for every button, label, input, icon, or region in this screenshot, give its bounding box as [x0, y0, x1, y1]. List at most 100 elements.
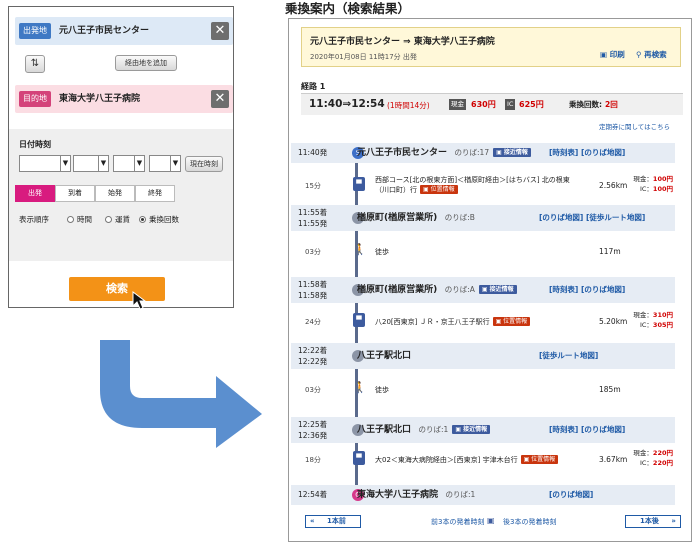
stop-links[interactable]: [時刻表] [のりば地図]: [549, 148, 625, 158]
bus-leg: 15分 ▀ 西部コース[北の根東方面]＜楢原町経由＞[はちバス] 北の根東（川口町）…: [291, 171, 675, 199]
search-icon: ⚲: [636, 50, 645, 59]
stop-name[interactable]: 東海大学八王子病院 のりば:1: [357, 489, 475, 501]
sort-option-fare[interactable]: 運賃: [105, 215, 130, 225]
research-button[interactable]: ⚲ 再検索: [636, 49, 667, 60]
sort-label: 表示順序: [19, 215, 49, 224]
stop-name[interactable]: 八王子駅北口 のりば:1 ▣ 接近情報: [357, 424, 491, 436]
prev-departure-label: 1本前: [326, 517, 346, 525]
stop-name[interactable]: 楢原町(楢原営業所) のりば:A ▣ 接近情報: [357, 284, 517, 296]
transfers-label: 乗換回数:: [569, 100, 602, 109]
leg-distance: 185m: [599, 385, 621, 394]
next3-link[interactable]: 後3本の発着時刻: [503, 517, 556, 527]
stop-time: 11:58発: [298, 291, 328, 300]
next-departure-button[interactable]: 1本後 »: [625, 515, 681, 528]
stop-links[interactable]: [時刻表] [のりば地図]: [549, 425, 625, 435]
current-time-button[interactable]: 現在時刻: [185, 156, 223, 172]
print-label: 印刷: [609, 50, 625, 59]
leg-line-name: 徒歩: [375, 385, 575, 395]
platform-label: のりば:1: [438, 490, 476, 499]
stop-links[interactable]: [のりば地図]: [549, 490, 593, 500]
sort-option-transfers-label: 乗換回数: [149, 215, 179, 224]
stop-links[interactable]: [のりば地図] [徒歩ルート地図]: [539, 213, 645, 223]
print-button[interactable]: ▣ 印刷: [600, 49, 625, 60]
bus-leg: 18分 ▀ 大02＜東海大病院経由＞[西東京] 宇津木台行 ▣ 位置情報 3.67km 現…: [291, 445, 675, 473]
fare-ic-value: 220円: [652, 459, 673, 467]
cash-badge: 現金: [449, 99, 466, 110]
radio-icon: [105, 216, 112, 223]
hour-select[interactable]: ▼: [149, 155, 181, 172]
printer-icon: ▣: [600, 50, 610, 59]
leg-distance: 2.56km: [599, 181, 628, 190]
prev3-link[interactable]: 前3本の発着時刻: [431, 517, 484, 527]
walk-leg: 03分 🚶 徒歩 117m: [291, 237, 675, 265]
origin-name[interactable]: 元八王子市民センター: [59, 23, 149, 39]
stop-name[interactable]: 八王子駅北口: [357, 350, 411, 362]
route-number: 経路 1: [301, 82, 326, 91]
leg-line-text: 徒歩: [375, 386, 389, 394]
search-button[interactable]: 検索: [69, 277, 165, 301]
leg-distance: 3.67km: [599, 455, 628, 464]
approach-info-badge[interactable]: ▣ 接近情報: [478, 285, 517, 294]
stop-row: 12:54着 G 東海大学八王子病院 のりば:1 [のりば地図]: [291, 485, 675, 505]
mouse-cursor-icon: [132, 291, 147, 310]
fare-cash-value: 220円: [652, 449, 673, 457]
fare-ic: 625円: [519, 100, 544, 109]
sort-option-time[interactable]: 時間: [67, 215, 92, 225]
platform-label: のりば:17: [447, 148, 490, 157]
leg-distance: 117m: [599, 247, 621, 256]
mode-last-train-tab[interactable]: 終発: [135, 185, 175, 202]
day-select[interactable]: ▼: [113, 155, 145, 172]
destination-row: 目的地 東海大学八王子病院 ✕: [15, 85, 233, 113]
leg-fare: 現金：100円 IC：100円: [631, 174, 673, 194]
stop-name-text: 楢原町(楢原営業所): [357, 285, 438, 295]
clear-destination-close-icon[interactable]: ✕: [211, 90, 229, 108]
route-summary-bar: 11:40⇒12:54 (1時間14分) 現金 630円 IC 625円 乗換回…: [301, 93, 683, 115]
stop-time: 11:55発: [298, 219, 328, 228]
duration: (1時間14分): [387, 101, 430, 110]
mode-arrival-tab[interactable]: 到着: [55, 185, 95, 202]
route-header: 元八王子市民センター ⇒ 東海大学八王子病院 2020年01月08日 11時17…: [301, 27, 681, 67]
clear-origin-close-icon[interactable]: ✕: [211, 22, 229, 40]
prev-departure-button[interactable]: « 1本前: [305, 515, 361, 528]
cash-label: 現金：: [633, 175, 653, 183]
location-info-badge[interactable]: ▣ 位置情報: [492, 317, 531, 326]
commuter-pass-link[interactable]: 定期券に関してはこちら: [599, 121, 670, 131]
stop-row: 12:25着 12:36発 八王子駅北口 のりば:1 ▣ 接近情報 [時刻表] [のりば…: [291, 417, 675, 443]
stop-row: 11:40発 S 元八王子市民センター のりば:17 ▣ 接近情報 [時刻表] [のりば…: [291, 143, 675, 163]
leg-duration: 24分: [305, 318, 321, 326]
stop-links[interactable]: [時刻表] [のりば地図]: [549, 285, 625, 295]
chevron-down-icon: ▼: [98, 156, 108, 171]
leg-line-text: 八20[西東京] ＪＲ・京王八王子駅行: [375, 318, 490, 326]
approach-info-badge[interactable]: ▣ 接近情報: [493, 148, 531, 157]
year-select[interactable]: ▼: [19, 155, 71, 172]
leg-duration: 18分: [305, 456, 321, 464]
route-title: 元八王子市民センター ⇒ 東海大学八王子病院: [310, 37, 495, 47]
leg-line-name: 徒歩: [375, 247, 575, 257]
bus-leg: 24分 ▀ 八20[西東京] ＪＲ・京王八王子駅行 ▣ 位置情報 5.20km 現金：31…: [291, 307, 675, 335]
location-info-badge[interactable]: ▣ 位置情報: [420, 185, 458, 194]
bus-icon: ▀: [353, 451, 365, 465]
add-waypoint-button[interactable]: 経由地を追加: [115, 55, 177, 71]
sort-option-fare-label: 運賃: [115, 215, 130, 224]
swap-icon[interactable]: ⇅: [25, 55, 45, 73]
destination-name[interactable]: 東海大学八王子病院: [59, 91, 140, 107]
origin-tag: 出発地: [19, 23, 51, 39]
sort-option-transfers[interactable]: 乗換回数: [139, 215, 179, 225]
result-panel: 元八王子市民センター ⇒ 東海大学八王子病院 2020年01月08日 11時17…: [288, 18, 692, 542]
approach-info-badge[interactable]: ▣ 接近情報: [452, 425, 491, 434]
stop-links[interactable]: [徒歩ルート地図]: [539, 351, 598, 361]
stop-name[interactable]: 元八王子市民センター のりば:17 ▣ 接近情報: [357, 147, 531, 159]
leg-fare: 現金：310円 IC：305円: [631, 310, 673, 330]
transfers-count: 2回: [605, 100, 618, 109]
stop-name-text: 八王子駅北口: [357, 425, 412, 435]
mode-first-train-tab[interactable]: 始発: [95, 185, 135, 202]
month-select[interactable]: ▼: [73, 155, 109, 172]
leg-line-name: 大02＜東海大病院経由＞[西東京] 宇津木台行 ▣ 位置情報: [375, 455, 575, 465]
mode-departure-tab[interactable]: 出発: [15, 185, 55, 202]
flow-arrow-icon: [100, 340, 262, 448]
location-info-badge[interactable]: ▣ 位置情報: [520, 455, 559, 464]
stop-time: 12:25着: [298, 420, 328, 429]
stop-name[interactable]: 楢原町(楢原営業所) のりば:B: [357, 212, 475, 224]
leg-line-text: 徒歩: [375, 248, 389, 256]
radio-checked-icon: [139, 216, 146, 223]
